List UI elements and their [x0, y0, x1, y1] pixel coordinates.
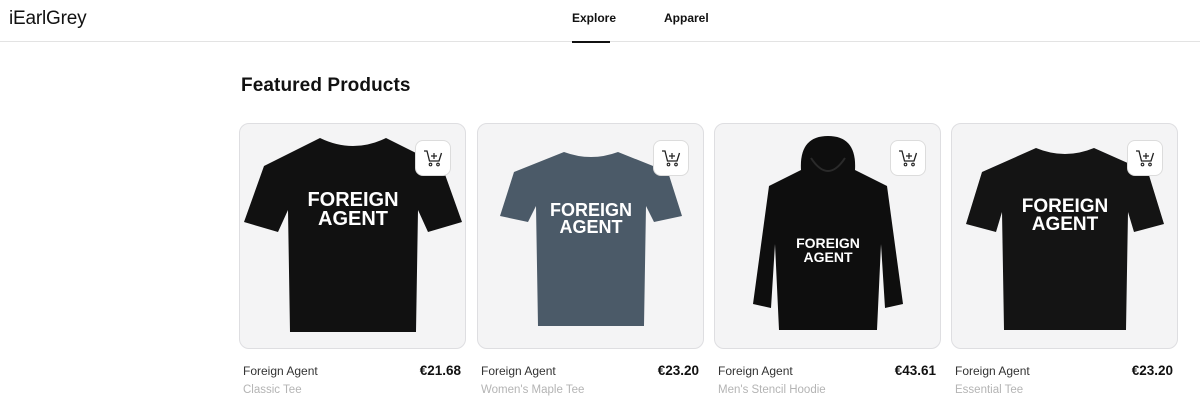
product-price: €43.61 — [894, 363, 936, 378]
product-variant: Essential Tee — [955, 384, 1024, 396]
print-line-2: AGENT — [1032, 214, 1099, 235]
product-info: Foreign Agent Essential Tee €23.20 — [951, 363, 1178, 408]
product-card[interactable]: FOREIGN AGENT — [951, 123, 1178, 349]
add-to-cart-button[interactable] — [1127, 140, 1163, 176]
nav-tab-apparel-label: Apparel — [664, 11, 709, 25]
product-name[interactable]: Foreign Agent — [481, 364, 556, 378]
tee-shape — [500, 152, 682, 326]
active-tab-indicator — [572, 41, 610, 43]
nav-tab-apparel[interactable]: Apparel — [664, 0, 709, 42]
nav-tab-explore-label: Explore — [572, 11, 617, 25]
product-name[interactable]: Foreign Agent — [955, 364, 1030, 378]
cart-plus-icon — [1136, 150, 1155, 167]
product-card[interactable]: FOREIGN AGENT — [239, 123, 466, 349]
product-price: €23.20 — [1131, 363, 1173, 378]
cart-plus-icon — [662, 150, 681, 167]
cart-plus-icon — [899, 150, 918, 167]
product-info: Foreign Agent Classic Tee €21.68 — [239, 363, 466, 408]
cart-plus-icon — [424, 150, 443, 167]
product-price: €21.68 — [419, 363, 461, 378]
nav-tab-explore[interactable]: Explore — [572, 0, 616, 43]
section-title: Featured Products — [241, 75, 411, 96]
product-card[interactable]: FOREIGN AGENT — [477, 123, 704, 349]
product-price: €23.20 — [657, 363, 699, 378]
site-logo[interactable]: iEarlGrey — [9, 8, 87, 30]
product-variant: Men's Stencil Hoodie — [718, 384, 826, 396]
product-variant: Women's Maple Tee — [481, 384, 585, 396]
product-info: Foreign Agent Men's Stencil Hoodie €43.6… — [714, 363, 941, 408]
print-line-2: AGENT — [318, 208, 388, 230]
product-name[interactable]: Foreign Agent — [718, 364, 793, 378]
product-card[interactable]: FOREIGN AGENT — [714, 123, 941, 349]
product-name[interactable]: Foreign Agent — [243, 364, 318, 378]
add-to-cart-button[interactable] — [415, 140, 451, 176]
print-line-2: AGENT — [804, 249, 853, 265]
site-header: iEarlGrey Explore Apparel — [0, 0, 1200, 43]
add-to-cart-button[interactable] — [890, 140, 926, 176]
product-info: Foreign Agent Women's Maple Tee €23.20 — [477, 363, 704, 408]
hoodie-shape — [753, 136, 903, 330]
add-to-cart-button[interactable] — [653, 140, 689, 176]
print-line-2: AGENT — [560, 217, 623, 237]
product-variant: Classic Tee — [243, 384, 302, 396]
